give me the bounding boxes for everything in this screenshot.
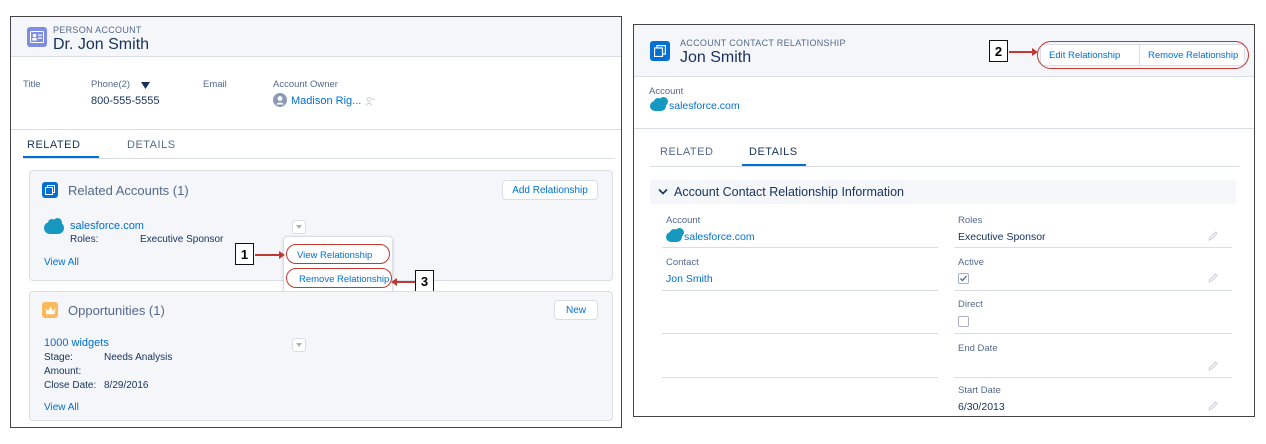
edit-start-date-pencil-icon[interactable]	[1208, 401, 1218, 411]
salesforce-logo-icon	[44, 218, 64, 234]
field-divider	[954, 247, 1232, 248]
related-accounts-title[interactable]: Related Accounts (1)	[68, 183, 189, 198]
callout-3: 3	[415, 270, 434, 292]
chevron-down-icon[interactable]	[658, 187, 668, 199]
row-actions-menu-icon[interactable]	[292, 220, 306, 234]
callout-2-arrow	[1009, 51, 1033, 53]
stage-value: Needs Analysis	[104, 352, 173, 363]
record-title: Dr. Jon Smith	[53, 36, 150, 53]
roles-field-label: Roles	[958, 215, 983, 226]
account-field-link[interactable]: salesforce.com	[684, 231, 755, 243]
object-type-label: PERSON ACCOUNT	[53, 25, 142, 35]
tabs-baseline	[650, 166, 1240, 167]
record-header: ACCOUNT CONTACT RELATIONSHIP Jon Smith E…	[634, 25, 1254, 77]
field-divider	[662, 333, 938, 334]
section-title: Account Contact Relationship Information	[674, 185, 904, 199]
account-highlight-label: Account	[649, 86, 684, 97]
opportunities-card: Opportunities (1) New 1000 widgets Stage…	[29, 291, 613, 421]
opportunities-title[interactable]: Opportunities (1)	[68, 303, 165, 318]
field-divider	[662, 290, 938, 291]
phone-value[interactable]: 800-555-5555	[91, 95, 160, 107]
phone-dropdown-icon[interactable]	[141, 80, 150, 92]
callout-2-arrowhead	[1032, 47, 1038, 56]
edit-active-pencil-icon[interactable]	[1208, 273, 1218, 283]
salesforce-logo-icon	[650, 97, 668, 111]
relationship-icon	[650, 41, 670, 61]
amount-label: Amount:	[44, 366, 82, 377]
stage-label: Stage:	[44, 352, 73, 363]
roles-label: Roles:	[70, 234, 99, 245]
field-divider	[954, 377, 1232, 378]
close-date-label: Close Date:	[44, 380, 97, 391]
roles-field-value: Executive Sponsor	[958, 231, 1046, 243]
field-divider	[954, 290, 1232, 291]
owner-avatar	[273, 93, 287, 107]
tabs-baseline	[23, 158, 615, 159]
owner-field-label: Account Owner	[273, 79, 338, 90]
callout-1: 1	[235, 243, 254, 265]
tab-related[interactable]: RELATED	[660, 146, 713, 158]
contact-field-label: Contact	[666, 257, 699, 268]
salesforce-logo-icon	[666, 228, 684, 242]
active-field-label: Active	[958, 257, 984, 268]
account-contact-relationship-panel: ACCOUNT CONTACT RELATIONSHIP Jon Smith E…	[633, 24, 1255, 417]
section-divider	[634, 128, 1254, 129]
active-checkbox	[958, 273, 969, 284]
field-divider	[662, 247, 938, 248]
highlight-oval-view	[286, 244, 390, 264]
edit-end-date-pencil-icon[interactable]	[1208, 361, 1218, 371]
account-field-label: Account	[666, 215, 701, 226]
title-field-label: Title	[23, 79, 41, 90]
owner-link[interactable]: Madison Rig...	[291, 95, 361, 107]
section-divider	[11, 129, 621, 130]
callout-2: 2	[989, 40, 1008, 62]
callout-3-arrow	[396, 281, 415, 283]
person-account-panel: PERSON ACCOUNT Dr. Jon Smith Title Phone…	[10, 16, 622, 428]
phone-field-label: Phone(2)	[91, 79, 131, 90]
person-account-icon	[27, 27, 47, 47]
object-type-label: ACCOUNT CONTACT RELATIONSHIP	[680, 38, 846, 48]
record-header: PERSON ACCOUNT Dr. Jon Smith	[11, 17, 621, 57]
edit-roles-pencil-icon[interactable]	[1208, 231, 1218, 241]
opportunity-crown-icon	[42, 302, 58, 318]
highlight-oval-remove	[286, 268, 392, 288]
account-highlight-link[interactable]: salesforce.com	[669, 100, 740, 112]
opportunities-view-all[interactable]: View All	[44, 402, 79, 413]
tab-details[interactable]: DETAILS	[749, 146, 798, 158]
field-divider	[954, 333, 1232, 334]
change-owner-icon[interactable]	[365, 96, 375, 109]
email-field-label: Email	[203, 79, 227, 90]
new-opportunity-button[interactable]: New	[554, 300, 598, 320]
tab-details[interactable]: DETAILS	[127, 139, 176, 151]
add-relationship-button[interactable]: Add Relationship	[502, 180, 598, 200]
contact-field-link[interactable]: Jon Smith	[666, 273, 713, 285]
highlight-oval-header-buttons	[1037, 41, 1249, 69]
opportunity-actions-menu-icon[interactable]	[292, 338, 306, 352]
callout-1-arrow	[255, 254, 280, 256]
direct-field-label: Direct	[958, 299, 983, 310]
direct-checkbox	[958, 316, 969, 327]
callout-1-arrowhead	[279, 250, 285, 259]
record-title: Jon Smith	[680, 49, 752, 66]
tab-related[interactable]: RELATED	[27, 139, 80, 151]
callout-3-arrowhead	[391, 277, 397, 286]
opportunity-link[interactable]: 1000 widgets	[44, 337, 109, 349]
start-date-field-value: 6/30/2013	[958, 401, 1005, 413]
related-account-link[interactable]: salesforce.com	[70, 220, 144, 232]
field-divider	[662, 377, 938, 378]
close-date-value: 8/29/2016	[104, 380, 149, 391]
roles-value: Executive Sponsor	[140, 234, 224, 245]
account-icon	[42, 182, 58, 198]
related-accounts-view-all[interactable]: View All	[44, 257, 79, 268]
end-date-field-label: End Date	[958, 343, 998, 354]
start-date-field-label: Start Date	[958, 385, 1001, 396]
